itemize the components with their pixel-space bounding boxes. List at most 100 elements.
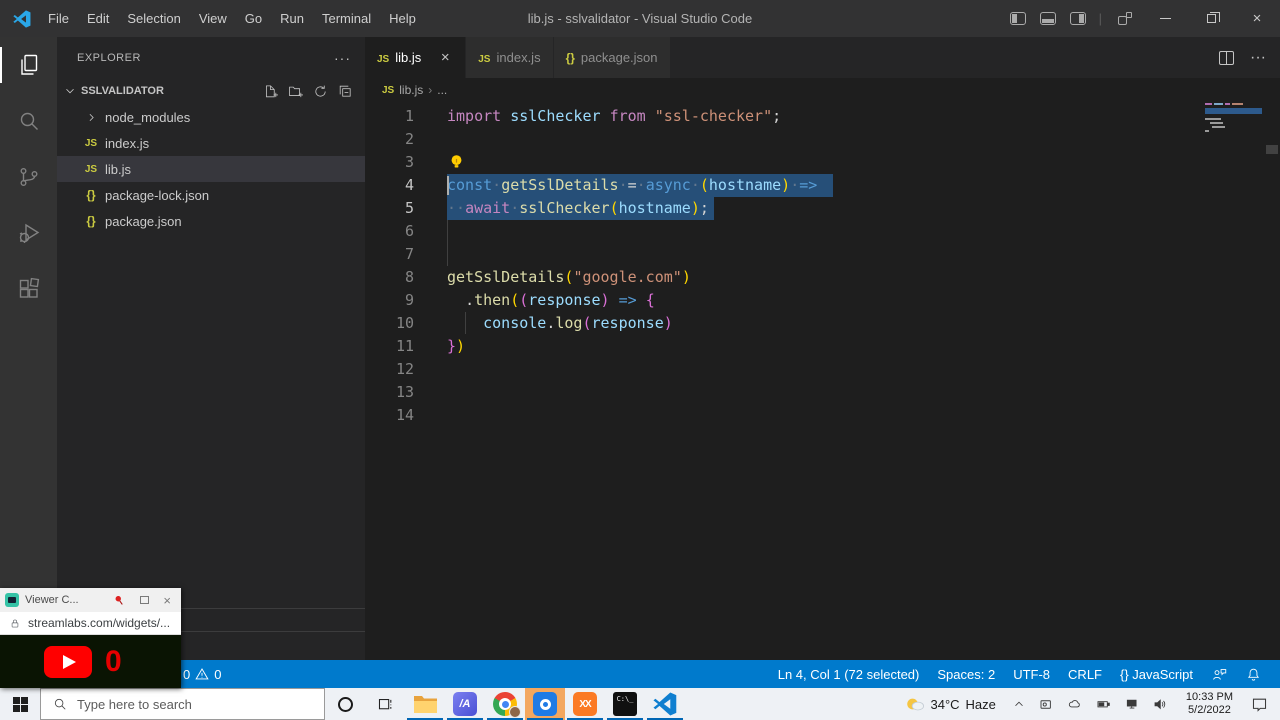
line-number[interactable]: 4	[365, 174, 447, 197]
run-and-debug-icon[interactable]	[0, 205, 57, 261]
status-bar: 0 0 Ln 4, Col 1 (72 selected)Spaces: 2UT…	[0, 660, 1280, 688]
file-row-index.js[interactable]: JSindex.js	[57, 130, 365, 156]
menu-terminal[interactable]: Terminal	[313, 11, 380, 26]
line-number[interactable]: 9	[365, 289, 447, 312]
status-item-spaces-2[interactable]: Spaces: 2	[928, 667, 1004, 682]
taskbar-app-file-explorer[interactable]	[405, 688, 445, 720]
feedback-icon[interactable]	[1202, 667, 1237, 682]
meet-now-icon[interactable]	[1032, 697, 1060, 712]
line-number[interactable]: 14	[365, 404, 447, 427]
search-icon[interactable]	[0, 93, 57, 149]
taskbar-clock[interactable]: 10:33 PM 5/2/2022	[1174, 691, 1245, 717]
line-number[interactable]: 5	[365, 197, 447, 220]
breadcrumb-symbol[interactable]: ...	[437, 83, 447, 97]
menu-help[interactable]: Help	[380, 11, 425, 26]
line-number[interactable]: 8	[365, 266, 447, 289]
line-number[interactable]: 2	[365, 128, 447, 151]
menu-edit[interactable]: Edit	[78, 11, 118, 26]
notifications-bell-icon[interactable]	[1237, 667, 1270, 682]
explorer-icon[interactable]	[0, 37, 57, 93]
overlay-titlebar[interactable]: Viewer C... ×	[0, 588, 181, 612]
status-item-utf-8[interactable]: UTF-8	[1004, 667, 1059, 682]
line-number[interactable]: 1	[365, 105, 447, 128]
overlay-address-bar[interactable]: streamlabs.com/widgets/...	[0, 612, 181, 635]
tab-close-icon[interactable]: ×	[437, 49, 453, 66]
tab-package.json[interactable]: {}package.json	[554, 37, 671, 78]
tab-label: lib.js	[395, 50, 421, 65]
line-number[interactable]: 10	[365, 312, 447, 335]
collapse-folders-icon[interactable]	[338, 84, 353, 99]
code-editor[interactable]: 1import sslChecker from "ssl-checker";23…	[365, 102, 1280, 660]
taskbar-search-input[interactable]: Type here to search	[40, 688, 325, 720]
customize-layout-icon[interactable]	[1118, 12, 1132, 25]
lightbulb-icon[interactable]	[449, 154, 464, 170]
taskbar-app-a[interactable]: /A	[445, 688, 485, 720]
network-icon[interactable]	[1118, 697, 1146, 711]
xampp-icon: XX	[573, 692, 597, 716]
file-row-package-lock.json[interactable]: {}package-lock.json	[57, 182, 365, 208]
overlay-close-icon[interactable]: ×	[163, 593, 171, 608]
vscode-icon	[653, 692, 677, 716]
source-control-icon[interactable]	[0, 149, 57, 205]
token	[637, 291, 646, 309]
more-actions-icon[interactable]: ···	[1250, 49, 1266, 67]
cortana-button[interactable]	[325, 688, 365, 720]
folder-section-header[interactable]: SSLVALIDATOR	[57, 79, 365, 103]
close-button[interactable]: ×	[1234, 0, 1280, 37]
tab-lib.js[interactable]: JSlib.js×	[365, 37, 466, 78]
status-item-ln-4-col-1-72-selected[interactable]: Ln 4, Col 1 (72 selected)	[769, 667, 929, 682]
task-view-button[interactable]	[365, 688, 405, 720]
menu-file[interactable]: File	[39, 11, 78, 26]
refresh-icon[interactable]	[313, 84, 328, 99]
tray-expand-chevron-icon[interactable]	[1006, 697, 1032, 711]
line-number[interactable]: 12	[365, 358, 447, 381]
window-title: lib.js - sslvalidator - Visual Studio Co…	[528, 11, 752, 26]
file-row-lib.js[interactable]: JSlib.js	[57, 156, 365, 182]
onedrive-cloud-icon[interactable]	[1060, 697, 1089, 711]
taskbar-app-command-prompt[interactable]: C:\_	[605, 688, 645, 720]
tab-index.js[interactable]: JSindex.js	[466, 37, 553, 78]
weather-widget[interactable]: 34°C Haze	[905, 695, 1006, 713]
line-number[interactable]: 6	[365, 220, 447, 243]
taskbar-app-xampp[interactable]: XX	[565, 688, 605, 720]
menu-view[interactable]: View	[190, 11, 236, 26]
token: )	[781, 176, 790, 194]
line-number[interactable]: 13	[365, 381, 447, 404]
menu-go[interactable]: Go	[236, 11, 271, 26]
taskbar-app-chrome[interactable]	[485, 688, 525, 720]
battery-icon[interactable]	[1089, 697, 1118, 711]
code-line-4: 4const·getSslDetails·=·async·(hostname)·…	[365, 174, 817, 197]
line-number[interactable]: 3	[365, 151, 447, 174]
pin-icon[interactable]	[111, 591, 129, 609]
restore-button[interactable]	[1188, 0, 1234, 37]
extensions-icon[interactable]	[0, 261, 57, 317]
minimap[interactable]	[1205, 100, 1262, 134]
new-file-icon[interactable]	[263, 84, 278, 99]
speaker-icon[interactable]	[1146, 697, 1174, 711]
taskbar-app-vscode[interactable]	[645, 688, 685, 720]
new-folder-icon[interactable]	[288, 84, 303, 99]
breadcrumb-file[interactable]: lib.js	[399, 83, 423, 97]
json-file-icon: {}	[566, 50, 575, 65]
menu-selection[interactable]: Selection	[118, 11, 189, 26]
taskbar-app-streamlabs[interactable]	[525, 688, 565, 720]
overlay-maximize-icon[interactable]	[140, 596, 149, 604]
toggle-secondary-sidebar-icon[interactable]	[1070, 12, 1086, 25]
action-center-icon[interactable]	[1245, 696, 1280, 713]
menu-run[interactable]: Run	[271, 11, 313, 26]
line-number[interactable]: 11	[365, 335, 447, 358]
widget-app-icon	[5, 593, 19, 607]
file-row-package.json[interactable]: {}package.json	[57, 208, 365, 234]
explorer-more-actions-icon[interactable]: ···	[334, 50, 351, 66]
minimize-button[interactable]	[1142, 0, 1188, 37]
scrollbar-thumb[interactable]	[1266, 145, 1278, 154]
start-button[interactable]	[0, 688, 40, 720]
split-editor-icon[interactable]	[1219, 51, 1234, 65]
token: (	[610, 199, 619, 217]
file-row-node_modules[interactable]: node_modules	[57, 104, 365, 130]
status-item-javascript[interactable]: {} JavaScript	[1111, 667, 1202, 682]
toggle-panel-icon[interactable]	[1040, 12, 1056, 25]
toggle-sidebar-icon[interactable]	[1010, 12, 1026, 25]
line-number[interactable]: 7	[365, 243, 447, 266]
status-item-crlf[interactable]: CRLF	[1059, 667, 1111, 682]
